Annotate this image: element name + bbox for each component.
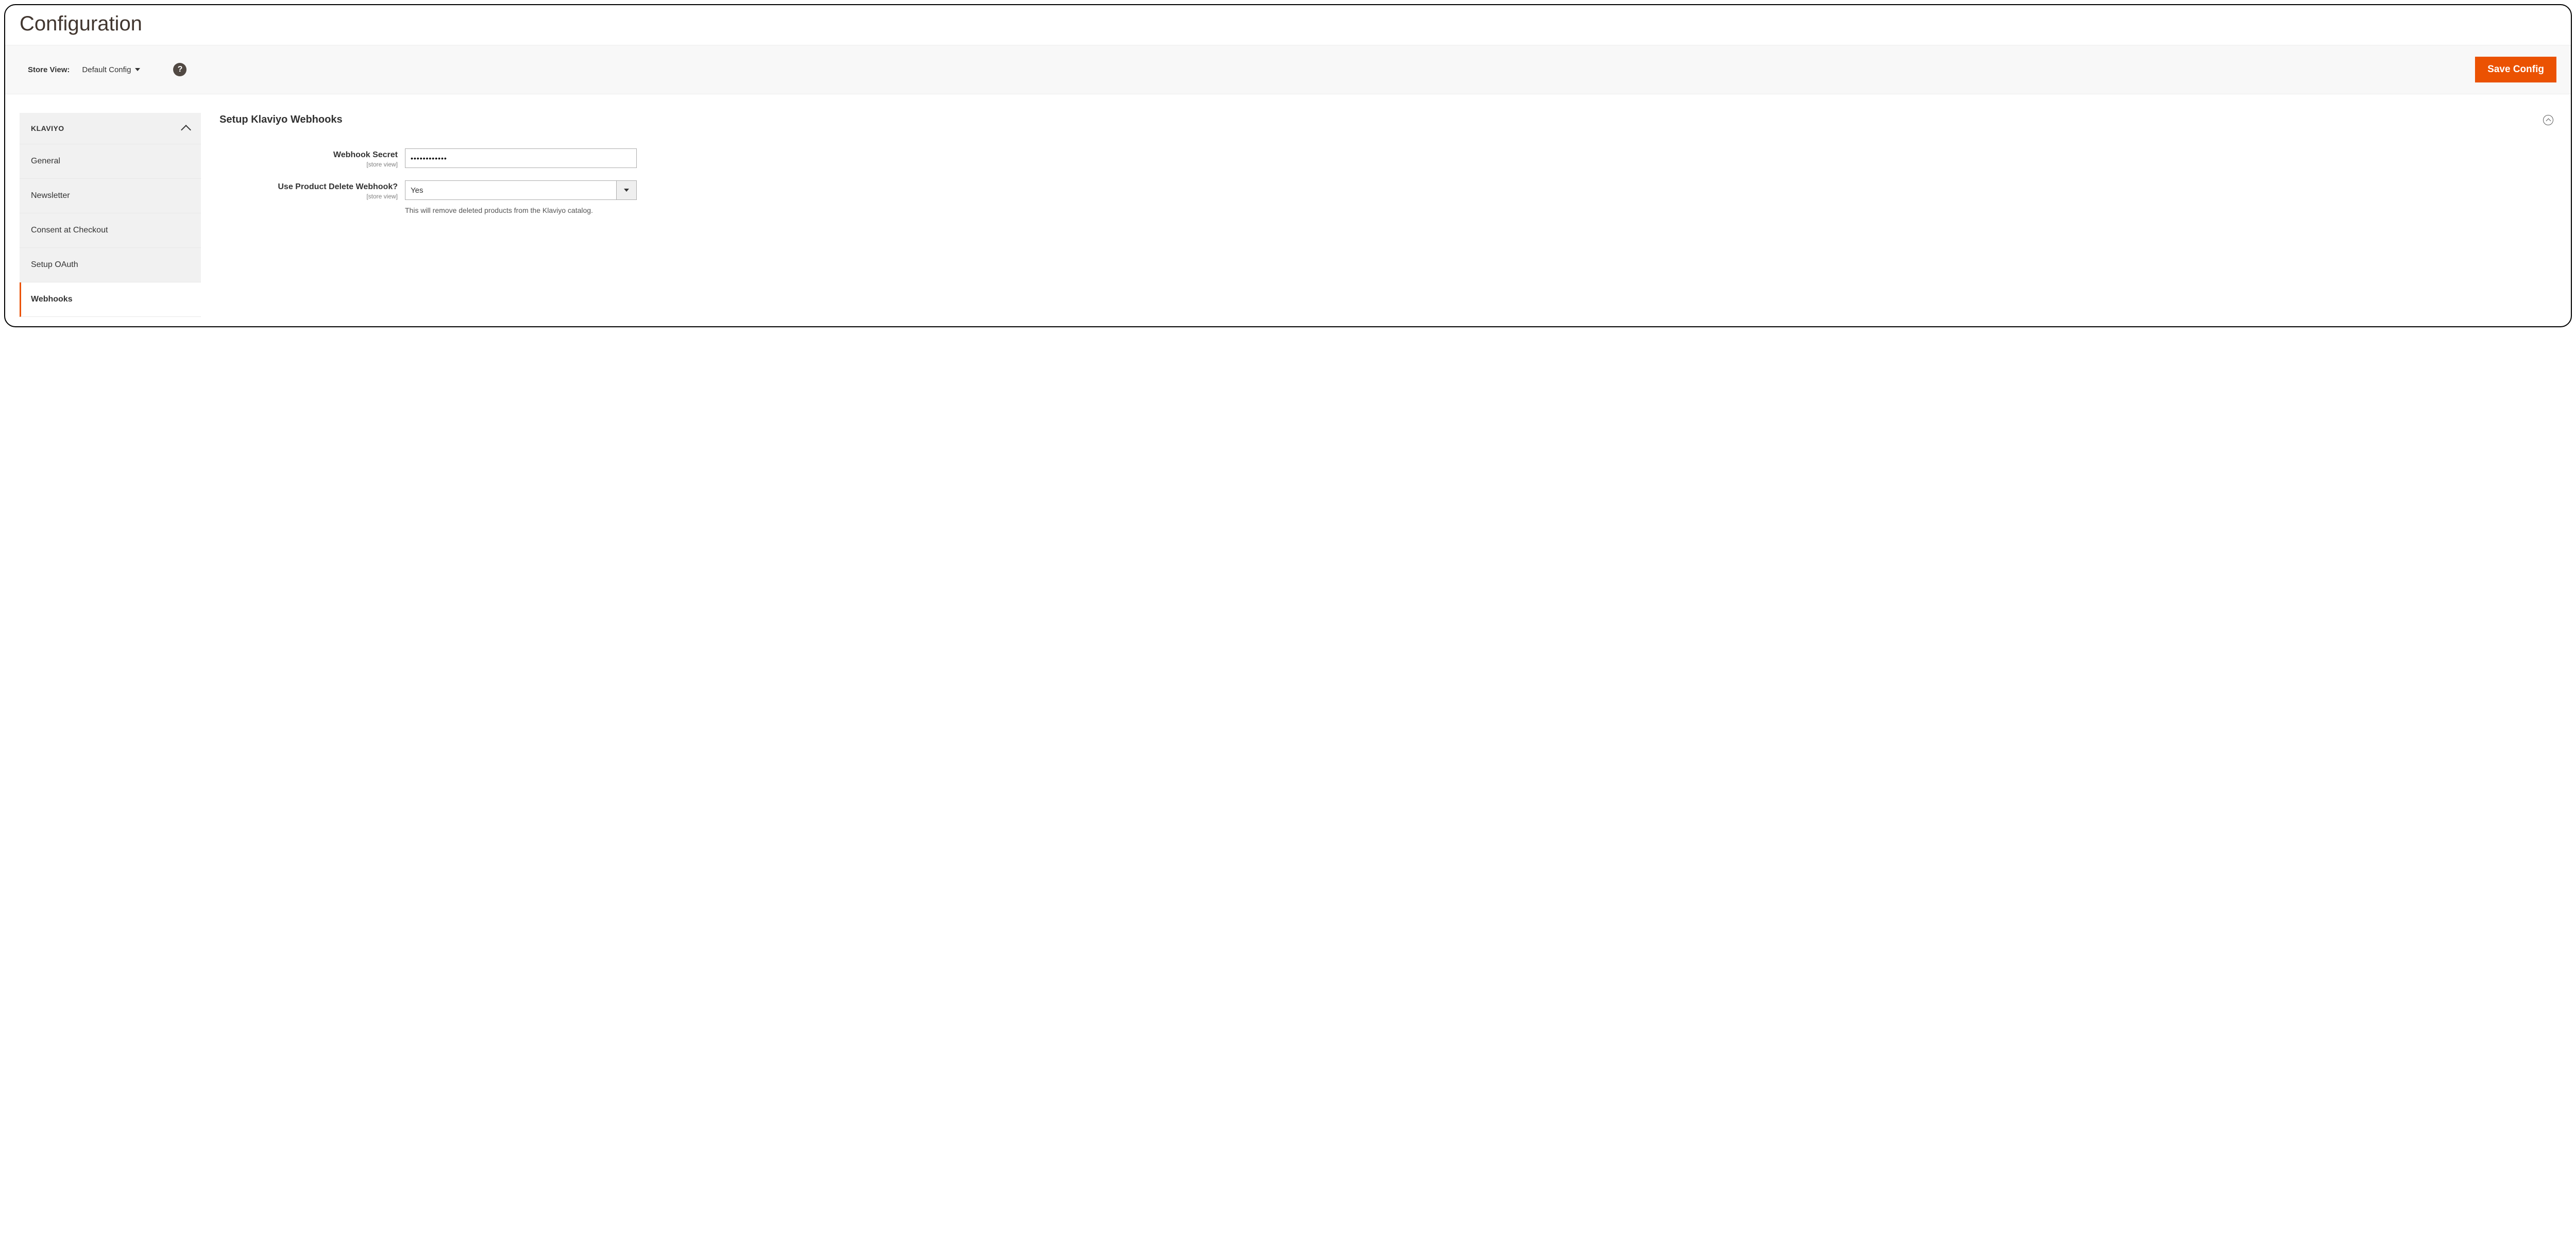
help-icon[interactable]: ? <box>173 63 187 76</box>
sidebar-item-general[interactable]: General <box>20 144 201 179</box>
section-title: Setup Klaviyo Webhooks <box>219 114 343 126</box>
field-scope: [store view] <box>219 161 398 168</box>
caret-down-icon <box>135 68 140 71</box>
save-config-button[interactable]: Save Config <box>2475 57 2556 82</box>
store-view-select[interactable]: Default Config <box>82 65 140 74</box>
config-sidebar: KLAVIYO General Newsletter Consent at Ch… <box>20 113 201 317</box>
page-title: Configuration <box>5 5 2571 45</box>
field-label: Use Product Delete Webhook? <box>219 182 398 192</box>
field-label: Webhook Secret <box>219 150 398 160</box>
field-note: This will remove deleted products from t… <box>405 206 637 214</box>
store-view-label: Store View: <box>28 65 70 74</box>
sidebar-item-webhooks[interactable]: Webhooks <box>20 282 201 317</box>
field-use-product-delete-webhook: Use Product Delete Webhook? [store view]… <box>219 180 2556 214</box>
sidebar-group-label: KLAVIYO <box>31 124 64 132</box>
select-toggle-button[interactable] <box>616 180 637 200</box>
caret-down-icon <box>624 189 629 192</box>
field-webhook-secret: Webhook Secret [store view] <box>219 148 2556 168</box>
store-view-value: Default Config <box>82 65 131 74</box>
chevron-up-icon <box>181 125 191 135</box>
sidebar-item-newsletter[interactable]: Newsletter <box>20 179 201 213</box>
sidebar-item-consent-at-checkout[interactable]: Consent at Checkout <box>20 213 201 248</box>
section-header-webhooks[interactable]: Setup Klaviyo Webhooks <box>219 113 2556 127</box>
chevron-up-icon <box>2546 118 2551 123</box>
config-toolbar: Store View: Default Config ? Save Config <box>5 45 2571 94</box>
sidebar-group-klaviyo[interactable]: KLAVIYO <box>20 113 201 144</box>
select-value: Yes <box>405 180 616 200</box>
use-product-delete-select[interactable]: Yes <box>405 180 637 200</box>
field-scope: [store view] <box>219 193 398 200</box>
sidebar-item-setup-oauth[interactable]: Setup OAuth <box>20 248 201 282</box>
webhook-secret-input[interactable] <box>405 148 637 168</box>
collapse-icon[interactable] <box>2543 115 2553 125</box>
